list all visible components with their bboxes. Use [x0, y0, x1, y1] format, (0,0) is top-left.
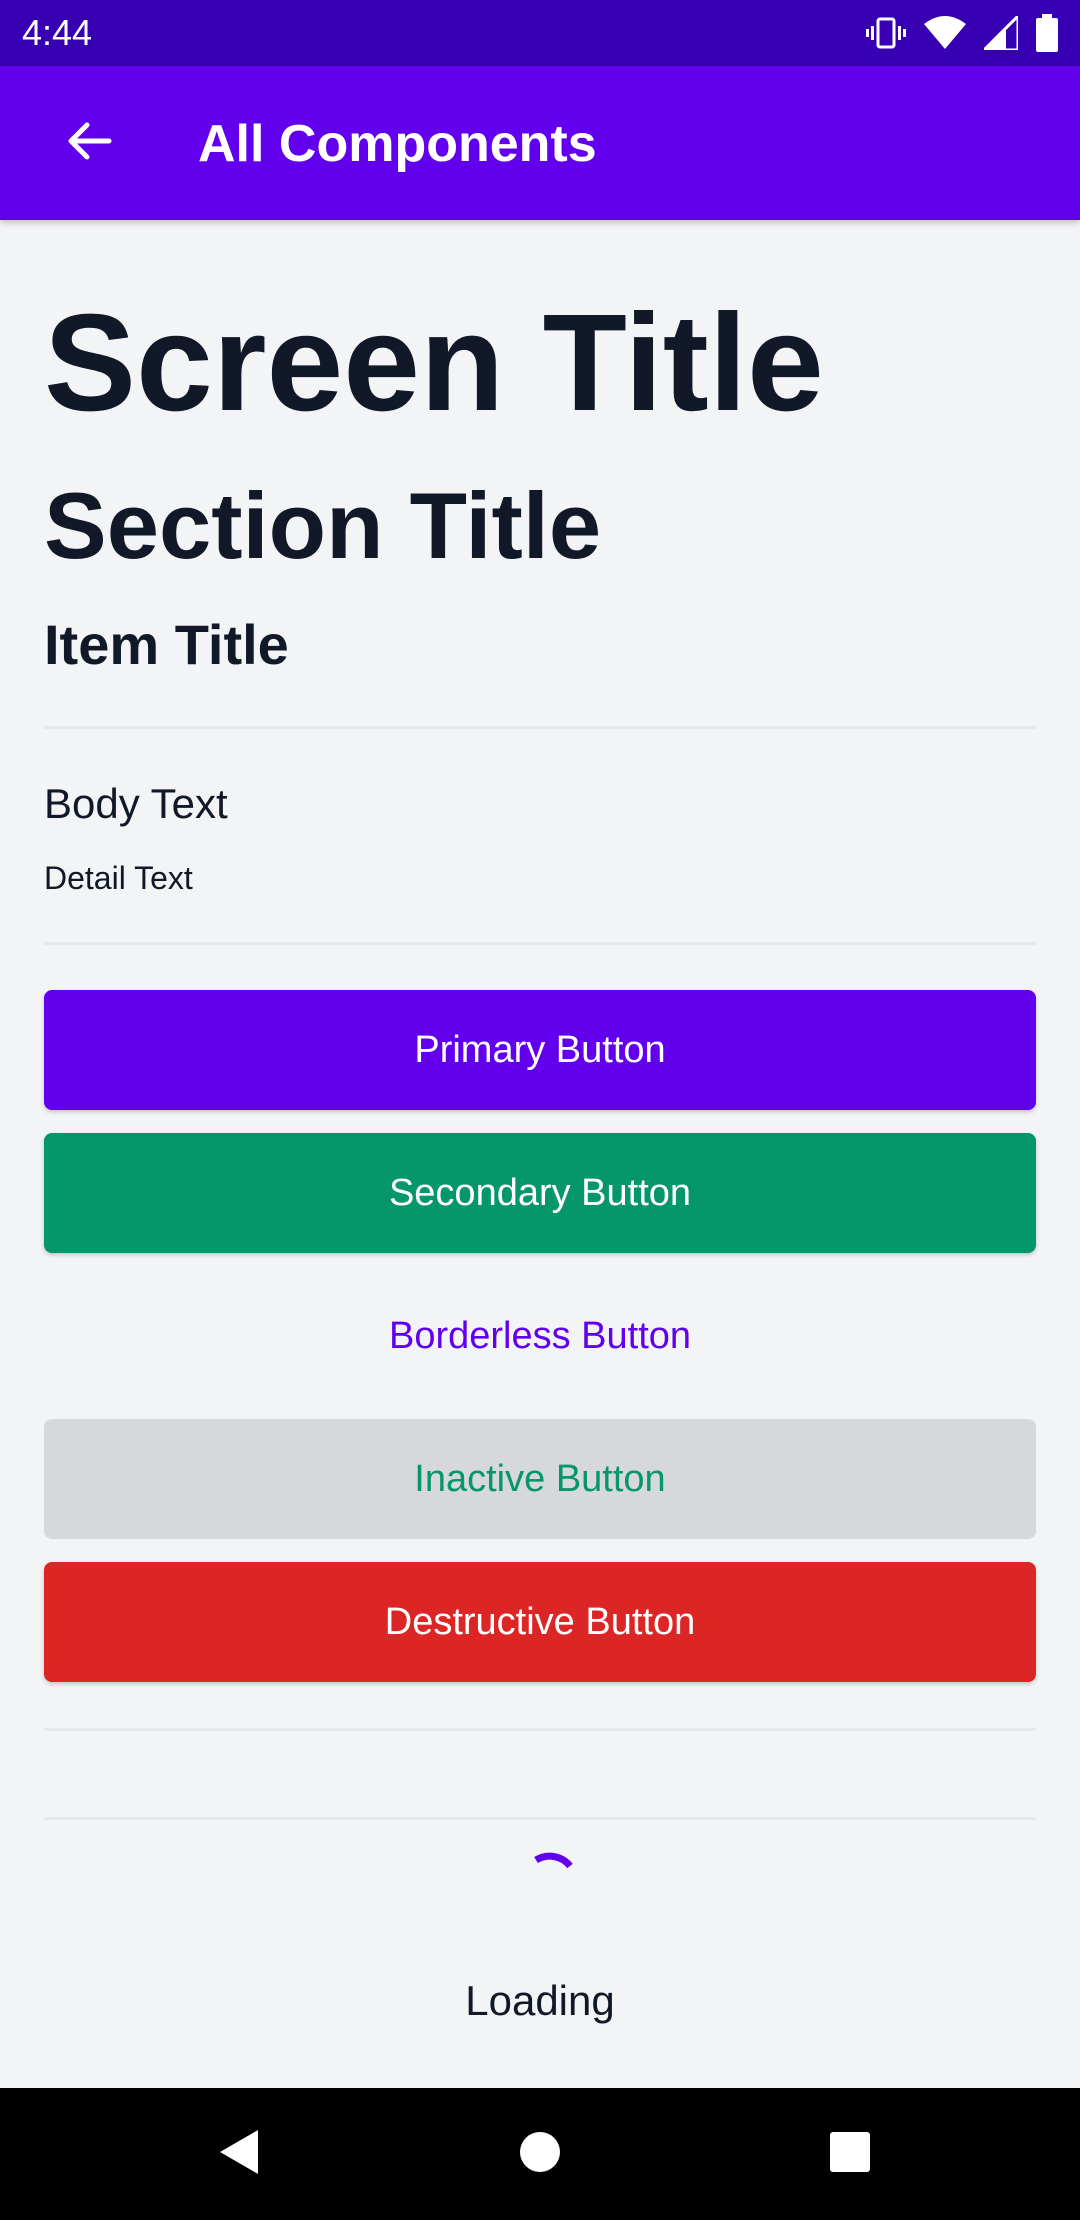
status-bar: 4:44: [0, 0, 1080, 66]
status-icons: [866, 13, 1058, 53]
wifi-icon: [924, 16, 966, 50]
status-time: 4:44: [22, 12, 93, 53]
secondary-button[interactable]: Secondary Button: [44, 1133, 1036, 1253]
item-title: Item Title: [44, 613, 289, 676]
battery-icon: [1036, 14, 1058, 52]
divider: [44, 1728, 1036, 1731]
nav-recents-button[interactable]: [810, 2114, 890, 2194]
divider: [44, 726, 1036, 729]
nav-home-button[interactable]: [500, 2114, 580, 2194]
app-bar-title: All Components: [198, 115, 597, 173]
section-title: Section Title: [44, 473, 602, 578]
destructive-button[interactable]: Destructive Button: [44, 1562, 1036, 1682]
signal-icon: [984, 16, 1018, 50]
divider: [44, 942, 1036, 945]
loading-label: Loading: [465, 1977, 615, 2024]
borderless-button[interactable]: Borderless Button: [44, 1276, 1036, 1396]
nav-back-button[interactable]: [200, 2114, 280, 2194]
back-button[interactable]: [44, 108, 134, 178]
primary-button[interactable]: Primary Button: [44, 990, 1036, 1110]
arrow-back-icon: [65, 117, 113, 170]
navigation-bar: [0, 2088, 1080, 2220]
back-triangle-icon: [218, 2128, 262, 2181]
body-text: Body Text: [44, 780, 228, 827]
screen-title: Screen Title: [44, 286, 824, 440]
home-circle-icon: [519, 2131, 561, 2178]
detail-text: Detail Text: [44, 860, 193, 896]
loading-spinner: [520, 1846, 580, 1906]
divider: [44, 1817, 1036, 1820]
inactive-button: Inactive Button: [44, 1419, 1036, 1539]
vibrate-icon: [866, 16, 906, 50]
app-bar: All Components: [0, 66, 1080, 220]
recents-square-icon: [829, 2131, 871, 2178]
